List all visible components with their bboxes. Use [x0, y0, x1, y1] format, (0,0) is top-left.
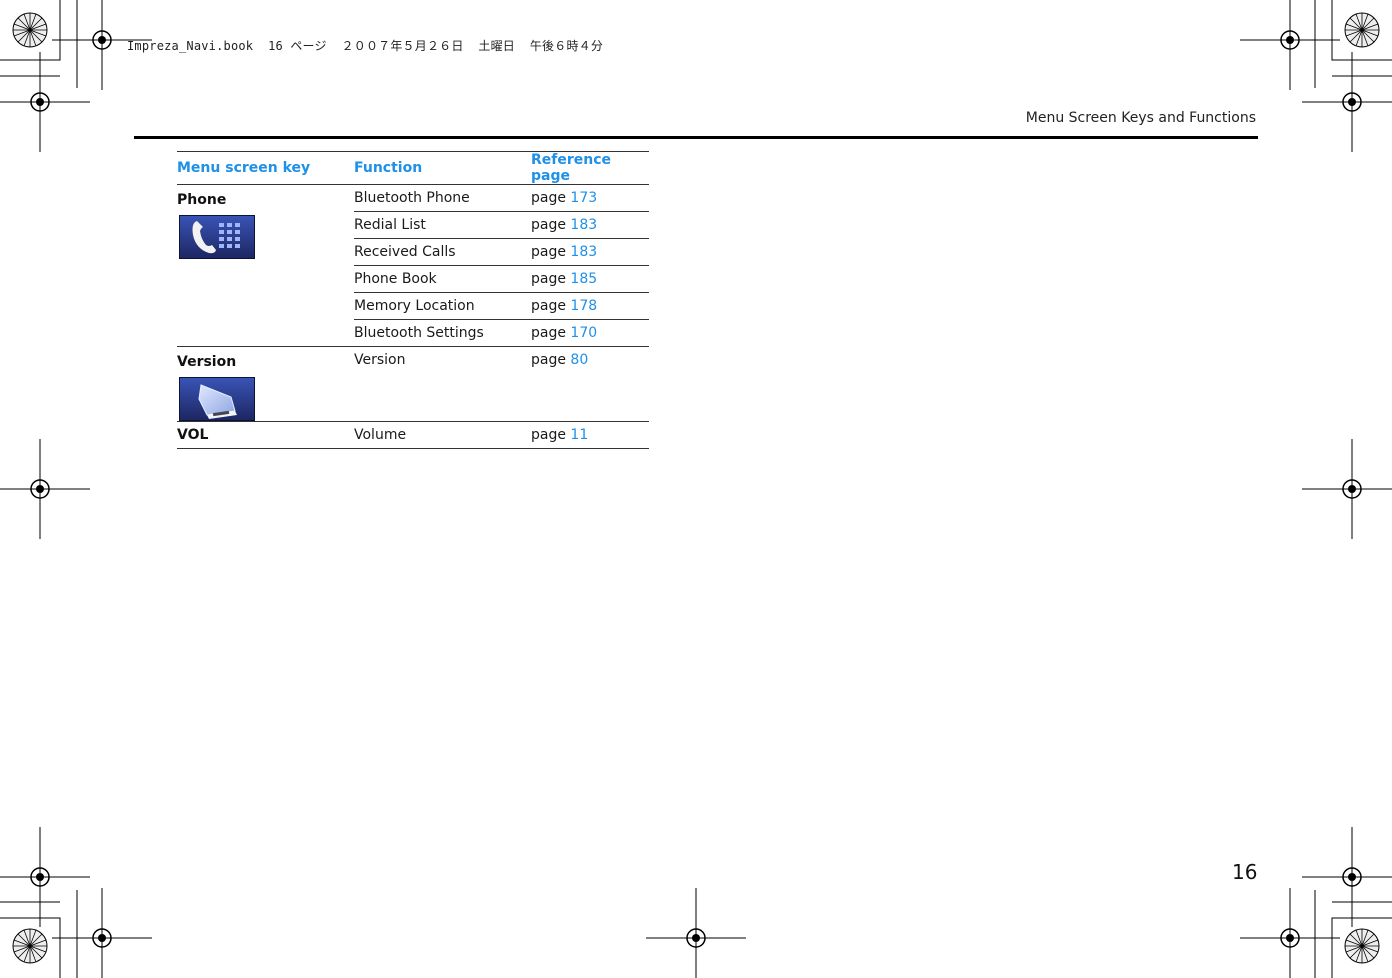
function-cell: Version [354, 346, 531, 422]
reference-link[interactable]: 170 [570, 325, 597, 341]
crop-marks [0, 0, 1392, 978]
function-cell: Memory Location [354, 292, 531, 320]
key-label: Phone [177, 192, 227, 208]
reference-cell: page 170 [531, 319, 649, 347]
reference-link[interactable]: 185 [570, 271, 597, 287]
reference-cell: page 173 [531, 184, 649, 212]
version-card-icon[interactable] [179, 377, 255, 421]
menu-keys-table: Menu screen key Function Reference page … [177, 151, 649, 449]
header-menu-screen-key: Menu screen key [177, 151, 354, 185]
reference-cell: page 185 [531, 265, 649, 293]
section-title: Menu Screen Keys and Functions [1025, 110, 1256, 126]
reference-link[interactable]: 178 [570, 298, 597, 314]
table-header-row: Menu screen key Function Reference page [177, 151, 649, 185]
reference-link[interactable]: 11 [570, 427, 588, 443]
reference-link[interactable]: 80 [570, 352, 588, 368]
key-cell-vol: VOL [177, 421, 354, 449]
reference-cell: page 183 [531, 211, 649, 239]
key-cell-version: Version [177, 346, 354, 422]
page-number: 16 [1232, 860, 1258, 884]
key-label: Version [177, 354, 237, 370]
key-cell-phone: Phone [177, 184, 354, 347]
reference-cell: page 11 [531, 421, 649, 449]
function-cell: Bluetooth Phone [354, 184, 531, 212]
table-row: Version Version page 80 [177, 346, 649, 422]
reference-link[interactable]: 183 [570, 217, 597, 233]
reference-cell: page 183 [531, 238, 649, 266]
header-function: Function [354, 151, 531, 185]
function-cell: Volume [354, 421, 531, 449]
function-cell: Phone Book [354, 265, 531, 293]
function-cell: Bluetooth Settings [354, 319, 531, 347]
phone-keypad-icon[interactable] [179, 215, 255, 259]
function-cell: Redial List [354, 211, 531, 239]
title-rule [134, 136, 1258, 139]
reference-cell: page 80 [531, 346, 649, 422]
reference-cell: page 178 [531, 292, 649, 320]
reference-link[interactable]: 183 [570, 244, 597, 260]
header-reference-page: Reference page [531, 151, 649, 185]
table-row: VOL Volume page 11 [177, 421, 649, 449]
print-header: Impreza_Navi.book 16 ページ ２００７年５月２６日 土曜日 … [127, 39, 604, 53]
function-cell: Received Calls [354, 238, 531, 266]
table-row: Phone Bluetooth Phone page 173 [177, 184, 649, 347]
reference-link[interactable]: 173 [570, 190, 597, 206]
